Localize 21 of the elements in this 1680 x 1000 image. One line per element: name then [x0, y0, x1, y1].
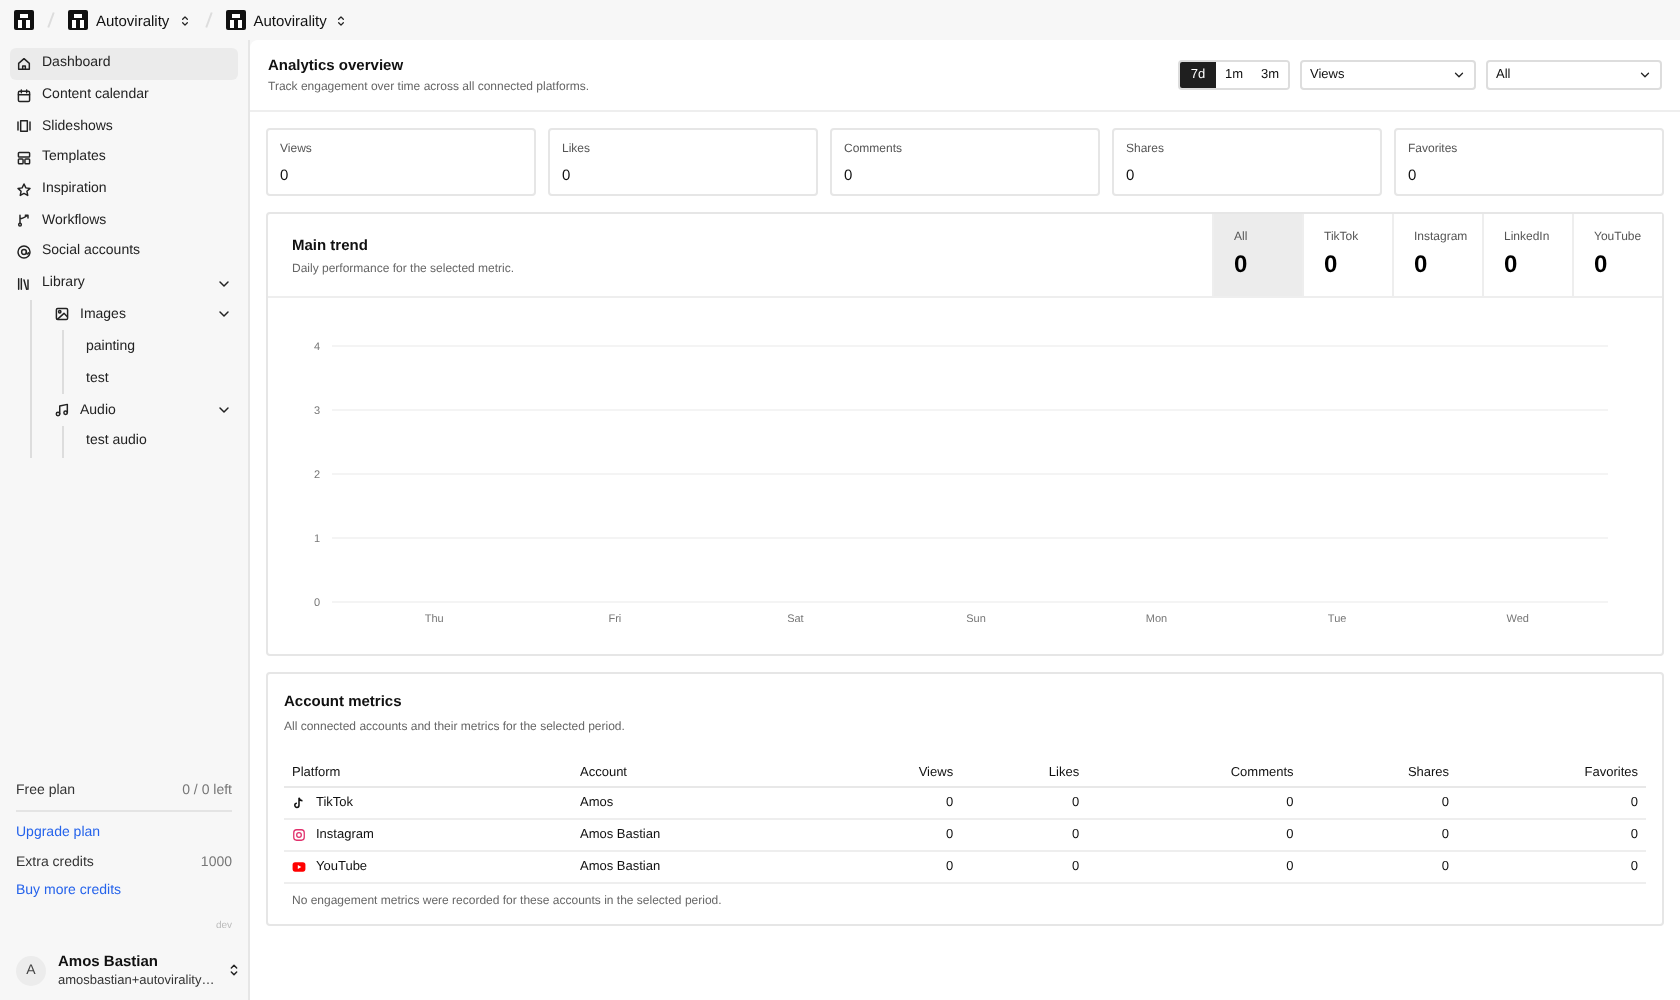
library-icon — [16, 275, 32, 292]
music-note-icon — [292, 796, 306, 810]
home-icon — [16, 55, 32, 72]
templates-icon — [16, 149, 32, 166]
star-icon — [16, 181, 32, 198]
chevron-updown-icon — [334, 13, 349, 27]
chevron-updown-icon — [226, 962, 243, 978]
calendar-icon — [16, 87, 32, 104]
camera-icon — [292, 828, 306, 842]
chevron-updown-icon — [177, 13, 192, 27]
play-icon — [292, 860, 306, 874]
image-icon — [54, 306, 70, 323]
at-sign-icon — [16, 243, 32, 260]
logo-icon — [68, 10, 88, 30]
slides-icon — [16, 118, 32, 135]
chevron-down-icon — [1452, 68, 1466, 82]
chevron-down-icon — [1638, 68, 1652, 82]
logo-icon[interactable] — [14, 10, 34, 30]
music-note-icon — [54, 402, 70, 419]
workflow-icon — [16, 212, 32, 229]
logo-icon — [225, 10, 246, 30]
